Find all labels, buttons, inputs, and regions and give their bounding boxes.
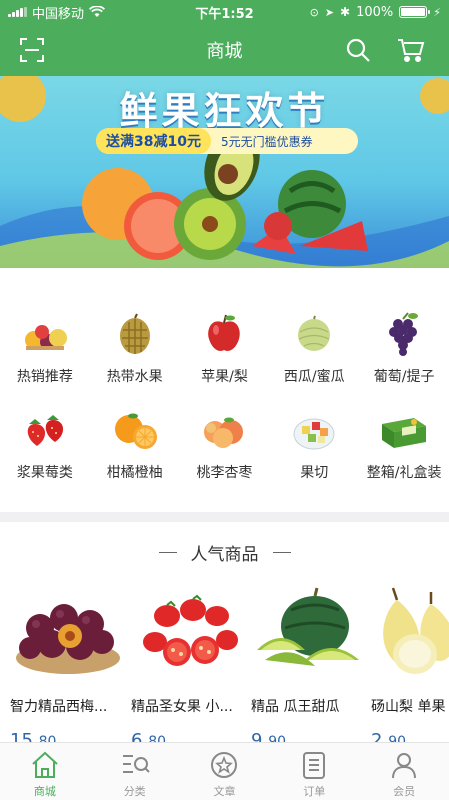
peach-icon: [194, 406, 254, 454]
category-label: 浆果莓类: [16, 465, 73, 481]
user-icon: [388, 749, 420, 781]
product-price: 15.80: [10, 730, 128, 742]
product-card[interactable]: 精品 瓜王甜瓜 9.90: [251, 580, 369, 742]
category-grid: 热销推荐 热带水果 苹果/梨 西瓜/蜜瓜 葡萄/提子 浆果莓类 柑橘橙柚 桃李杏…: [0, 310, 449, 482]
category-item-apple[interactable]: 苹果/梨: [180, 310, 270, 386]
category-item-melon[interactable]: 西瓜/蜜瓜: [269, 310, 359, 386]
melon-icon: [284, 310, 344, 358]
price-integer: 2.: [371, 730, 389, 742]
product-price: 6.80: [131, 730, 249, 742]
fruit-cut-icon: [284, 406, 344, 454]
product-price: 2.90: [371, 730, 449, 742]
product-image-pear: [371, 580, 449, 680]
price-decimal: 90: [388, 734, 407, 742]
battery-icon: [399, 6, 431, 18]
category-label: 果切: [300, 465, 329, 481]
product-name: 砀山梨 单果: [371, 699, 446, 715]
category-label: 桃李杏枣: [196, 465, 253, 481]
product-carousel[interactable]: 智力精品西梅... 15.80 精品圣女果 小... 6.80 精品 瓜王甜瓜 …: [0, 580, 449, 742]
price-integer: 6.: [131, 730, 149, 742]
coupon-sub-label: 5元无门槛优惠券: [220, 134, 313, 149]
category-label: 西瓜/蜜瓜: [283, 369, 345, 385]
wifi-icon: [89, 6, 106, 17]
price-decimal: 80: [148, 734, 167, 742]
product-image-melon: [251, 580, 369, 680]
status-bar: 中国移动 下午1:52 ⊙ ➤ ✱ 100% ⚡: [0, 0, 449, 24]
category-search-icon: [119, 749, 151, 781]
search-icon[interactable]: [344, 36, 372, 64]
tab-mall[interactable]: 商城: [0, 743, 90, 800]
scan-icon[interactable]: [18, 36, 46, 64]
tab-member[interactable]: 会员: [359, 743, 449, 800]
mixed-fruit-icon: [15, 310, 75, 358]
section-header: 人气商品: [0, 540, 449, 565]
tab-articles[interactable]: 文章: [180, 743, 270, 800]
product-card[interactable]: 砀山梨 单果 2.90: [371, 580, 449, 742]
tab-label: 订单: [303, 785, 326, 798]
price-integer: 15.: [10, 730, 39, 742]
order-list-icon: [298, 749, 330, 781]
product-name: 精品 瓜王甜瓜: [251, 699, 340, 715]
star-circle-icon: [208, 749, 240, 781]
product-image-plum: [10, 580, 128, 680]
charging-icon: ⚡: [433, 5, 441, 19]
category-label: 整箱/礼盒装: [366, 465, 442, 481]
tab-label: 会员: [393, 785, 416, 798]
product-card[interactable]: 智力精品西梅... 15.80: [10, 580, 128, 742]
product-image-cherry-tomato: [131, 580, 249, 680]
grape-icon: [374, 310, 434, 358]
tab-label: 商城: [33, 785, 56, 798]
durian-icon: [105, 310, 165, 358]
category-label: 苹果/梨: [201, 369, 248, 385]
category-item-giftbox[interactable]: 整箱/礼盒装: [359, 406, 449, 482]
apple-icon: [194, 310, 254, 358]
signal-icon: [8, 7, 27, 17]
category-item-grape[interactable]: 葡萄/提子: [359, 310, 449, 386]
category-item-tropical[interactable]: 热带水果: [90, 310, 180, 386]
carrier-label: 中国移动: [32, 6, 85, 22]
product-name: 精品圣女果 小...: [131, 699, 233, 715]
category-item-cut[interactable]: 果切: [269, 406, 359, 482]
bluetooth-icon: ✱: [340, 5, 351, 19]
product-price: 9.90: [251, 730, 369, 742]
category-item-berry[interactable]: 浆果莓类: [0, 406, 90, 482]
category-item-hot[interactable]: 热销推荐: [0, 310, 90, 386]
price-decimal: 80: [38, 734, 57, 742]
category-label: 热销推荐: [16, 369, 73, 385]
cart-icon[interactable]: [397, 36, 425, 64]
location-icon: ➤: [324, 5, 335, 19]
tab-orders[interactable]: 订单: [269, 743, 359, 800]
app-header: 商城: [0, 24, 449, 76]
category-label: 热带水果: [106, 369, 163, 385]
gift-box-icon: [374, 406, 434, 454]
strawberry-icon: [15, 406, 75, 454]
tab-category[interactable]: 分类: [90, 743, 180, 800]
section-divider: [0, 512, 449, 522]
category-item-citrus[interactable]: 柑橘橙柚: [90, 406, 180, 482]
category-item-peach[interactable]: 桃李杏枣: [180, 406, 270, 482]
product-name: 智力精品西梅...: [10, 699, 108, 715]
coupon-badge[interactable]: 送满38减10元 5元无门槛优惠券: [96, 128, 358, 154]
title-dash-left: [158, 552, 177, 553]
orange-icon: [105, 406, 165, 454]
tab-label: 分类: [123, 785, 146, 798]
tab-label: 文章: [213, 785, 236, 798]
title-dash-right: [272, 552, 291, 553]
promo-banner[interactable]: 鲜果狂欢节 送满38减10元 5元无门槛优惠券: [0, 76, 449, 268]
coupon-main-label: 送满38减10元: [96, 128, 211, 154]
home-icon: [29, 749, 61, 781]
bottom-tab-bar: 商城 分类 文章 订单 会员: [0, 742, 449, 800]
price-decimal: 90: [268, 734, 287, 742]
category-label: 葡萄/提子: [373, 369, 435, 385]
section-title: 人气商品: [190, 545, 259, 565]
page-title: 商城: [206, 41, 243, 62]
rotation-lock-icon: ⊙: [309, 5, 319, 19]
battery-label: 100%: [356, 4, 394, 20]
category-label: 柑橘橙柚: [106, 465, 163, 481]
price-integer: 9.: [251, 730, 269, 742]
product-card[interactable]: 精品圣女果 小... 6.80: [131, 580, 249, 742]
banner-title: 鲜果狂欢节: [119, 89, 330, 133]
